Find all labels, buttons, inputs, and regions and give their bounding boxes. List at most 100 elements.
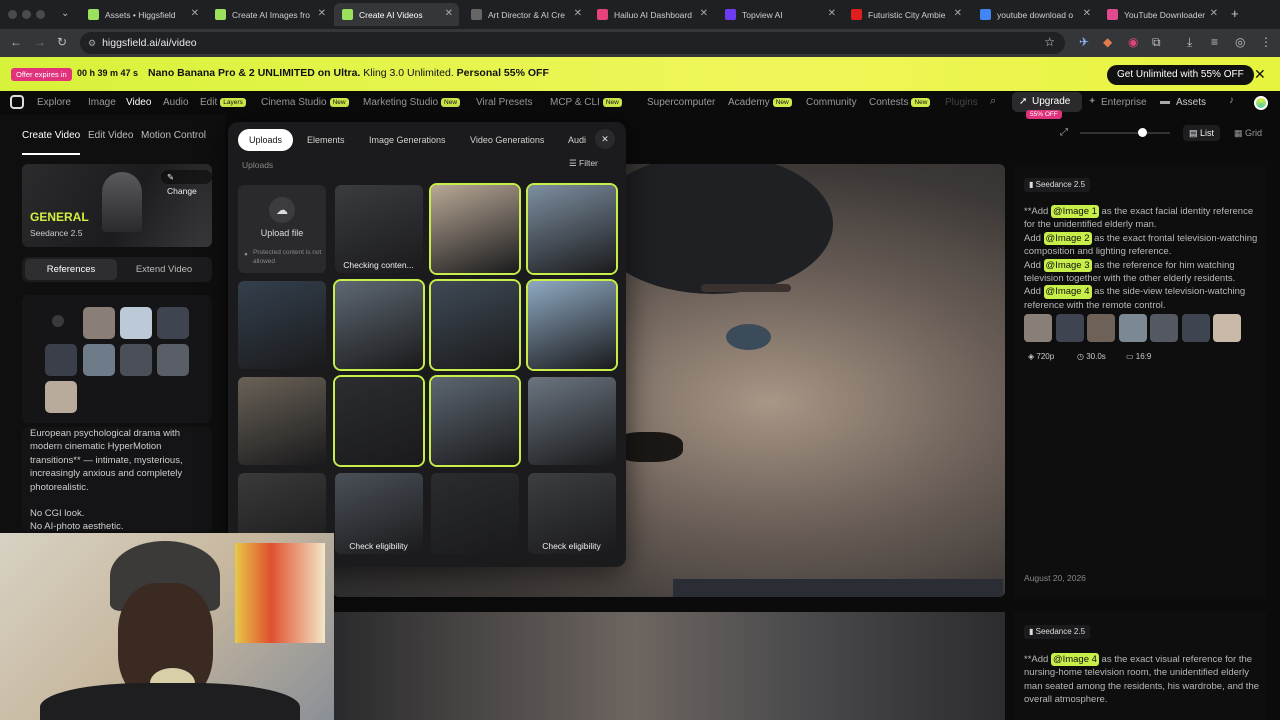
browser-tab[interactable]: YouTube Downloader ✕ <box>1099 3 1224 26</box>
extension-shield-icon[interactable]: ◉ <box>1128 35 1138 49</box>
browser-tab[interactable]: Create AI Images fro ✕ <box>207 3 332 26</box>
download-icon[interactable]: ⤓ <box>1187 35 1192 50</box>
image-tag-3[interactable]: @Image 3 <box>1043 258 1092 273</box>
nav-supercomputer[interactable]: Supercomputer <box>647 97 715 108</box>
upload-thumbnail[interactable] <box>527 281 616 369</box>
nav-assets[interactable]: Assets <box>1176 97 1206 108</box>
expand-icon[interactable]: ⤢ <box>1060 127 1068 138</box>
tab-elements[interactable]: Elements <box>296 129 356 151</box>
upgrade-button[interactable]: ➚ Upgrade <box>1012 92 1082 112</box>
forward-arrow-icon[interactable]: → <box>34 35 46 49</box>
nav-academy[interactable]: Academy New <box>728 97 792 108</box>
back-arrow-icon[interactable]: ← <box>10 35 22 49</box>
nav-contests[interactable]: Contests New <box>869 97 931 108</box>
tab-close-icon[interactable]: ✕ <box>828 8 836 19</box>
reference-thumbnail[interactable] <box>157 344 189 376</box>
nav-image[interactable]: Image <box>88 97 116 108</box>
nav-viral-presets[interactable]: Viral Presets <box>476 97 533 108</box>
reference-thumbnail[interactable] <box>1181 314 1210 342</box>
nav-plugins[interactable]: Plugins <box>945 97 978 108</box>
tab-image-generations[interactable]: Image Generations <box>358 129 457 151</box>
image-tag-1[interactable]: @Image 1 <box>1050 205 1099 219</box>
close-promo-icon[interactable]: ✕ <box>1254 66 1266 83</box>
url-omnibox[interactable]: ⚙ higgsfield.ai/ai/video ☆ <box>80 32 1065 54</box>
nav-cinema-studio[interactable]: Cinema Studio New <box>261 97 349 108</box>
tab-list-chevron-icon[interactable]: ⌄ <box>61 8 69 19</box>
upload-thumbnail[interactable] <box>431 185 519 273</box>
nav-mcp-cli[interactable]: MCP & CLI New <box>550 97 622 108</box>
nav-community[interactable]: Community <box>806 97 857 108</box>
tab-motion-control[interactable]: Motion Control <box>141 130 206 141</box>
model-card[interactable]: ✎ Change GENERAL Seedance 2.5 <box>22 164 212 247</box>
browser-tab[interactable]: Art Director & AI Cre ✕ <box>463 3 588 26</box>
browser-tab[interactable]: Topview AI ✕ <box>717 3 842 26</box>
browser-menu-icon[interactable]: ⋮ <box>1260 35 1272 49</box>
tab-close-icon[interactable]: ✕ <box>700 8 708 19</box>
higgsfield-logo-icon[interactable] <box>10 95 24 109</box>
close-uploads-icon[interactable]: ✕ <box>595 129 615 149</box>
tab-create-video[interactable]: Create Video <box>22 130 80 141</box>
reference-thumbnail[interactable] <box>83 344 115 376</box>
upload-thumbnail[interactable] <box>238 281 326 369</box>
tab-audio[interactable]: Audi <box>557 129 597 151</box>
tab-close-icon[interactable]: ✕ <box>1210 8 1218 19</box>
image-tag-4[interactable]: @Image 4 <box>1043 285 1092 299</box>
upload-thumbnail[interactable] <box>238 377 326 465</box>
extensions-puzzle-icon[interactable]: ⧉ <box>1152 35 1161 50</box>
nav-enterprise[interactable]: Enterprise <box>1101 97 1147 108</box>
window-minimize-dot[interactable] <box>22 10 31 19</box>
image-tag-4b[interactable]: @Image 4 <box>1050 653 1099 667</box>
extension-rocket-icon[interactable]: ✈ <box>1079 35 1089 49</box>
browser-tab[interactable]: youtube download o ✕ <box>972 3 1097 26</box>
browser-tab[interactable]: Create AI Videos ✕ <box>334 3 459 26</box>
grid-view-button[interactable]: ▦ Grid <box>1230 125 1266 141</box>
size-slider-thumb[interactable] <box>1138 128 1147 137</box>
upload-thumbnail[interactable]: Checking conten... <box>334 185 423 273</box>
size-slider-track[interactable] <box>1080 132 1170 134</box>
upload-thumbnail[interactable] <box>527 377 616 465</box>
tab-close-icon[interactable]: ✕ <box>574 8 582 19</box>
media-controls-icon[interactable]: ≡ <box>1211 35 1218 49</box>
reference-thumbnail[interactable] <box>1118 314 1147 342</box>
prompt-box[interactable]: European psychological drama with modern… <box>22 427 212 531</box>
image-tag-2[interactable]: @Image 2 <box>1043 231 1092 246</box>
tab-close-icon[interactable]: ✕ <box>191 8 199 19</box>
tab-edit-video[interactable]: Edit Video <box>88 130 133 141</box>
filter-button[interactable]: ☰ Filter <box>569 158 598 169</box>
tab-close-icon[interactable]: ✕ <box>1083 8 1091 19</box>
reference-thumbnail[interactable] <box>120 307 152 339</box>
nav-video[interactable]: Video <box>126 97 151 108</box>
reference-thumbnail[interactable] <box>120 344 152 376</box>
upload-file-tile[interactable]: ☁ Upload file ● Protected content is not… <box>238 185 326 273</box>
reload-icon[interactable]: ↻ <box>57 35 67 49</box>
site-info-icon[interactable]: ⚙ <box>88 38 96 49</box>
get-unlimited-button[interactable]: Get Unlimited with 55% OFF <box>1107 65 1254 85</box>
tab-uploads[interactable]: Uploads <box>238 129 294 151</box>
upload-thumbnail[interactable] <box>431 377 519 465</box>
search-icon[interactable]: ⌕ <box>990 95 996 108</box>
nav-explore[interactable]: Explore <box>37 97 71 108</box>
tab-close-icon[interactable]: ✕ <box>318 8 326 19</box>
window-close-dot[interactable] <box>8 10 17 19</box>
tab-close-icon[interactable]: ✕ <box>445 8 453 19</box>
upload-thumbnail[interactable]: Check eligibility <box>334 473 423 554</box>
bookmark-star-icon[interactable]: ☆ <box>1044 35 1055 49</box>
video-preview-2[interactable] <box>333 612 1005 720</box>
upload-thumbnail[interactable] <box>527 185 616 273</box>
new-tab-plus-icon[interactable]: + <box>1231 6 1239 21</box>
tab-video-generations[interactable]: Video Generations <box>459 129 555 151</box>
upload-thumbnail[interactable] <box>431 473 519 554</box>
profile-icon[interactable]: ◎ <box>1235 35 1245 49</box>
reference-thumbnail[interactable] <box>1087 314 1115 342</box>
reference-thumbnail[interactable] <box>157 307 189 339</box>
upload-thumbnail[interactable] <box>334 377 423 465</box>
reference-thumbnail[interactable] <box>45 381 77 413</box>
reference-thumbnail[interactable] <box>1055 314 1084 342</box>
upload-thumbnail[interactable] <box>334 281 423 369</box>
upload-thumbnail[interactable] <box>431 281 519 369</box>
extension-fox-icon[interactable]: ◆ <box>1103 35 1112 49</box>
notification-bell-icon[interactable]: ♪ <box>1229 95 1234 106</box>
reference-thumbnail[interactable] <box>1024 314 1052 342</box>
tab-close-icon[interactable]: ✕ <box>954 8 962 19</box>
user-avatar[interactable] <box>1254 96 1268 110</box>
